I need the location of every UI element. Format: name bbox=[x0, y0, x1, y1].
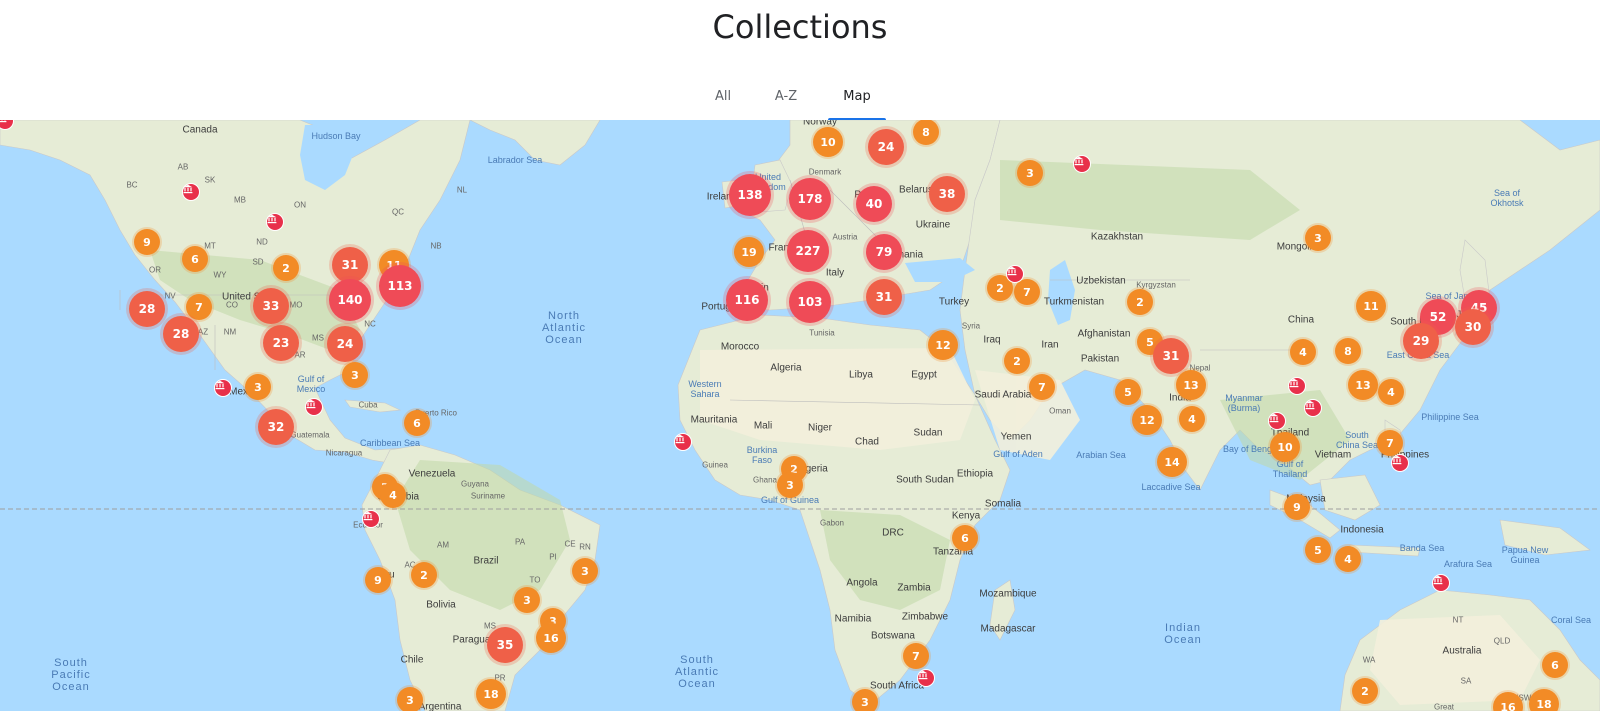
collection-cluster-marker[interactable]: 11 bbox=[1356, 291, 1386, 321]
collection-cluster-marker[interactable]: 3 bbox=[777, 472, 803, 498]
collection-cluster-marker[interactable]: 12 bbox=[928, 330, 958, 360]
collection-cluster-marker[interactable]: 31 bbox=[332, 247, 368, 283]
page-title: Collections bbox=[712, 8, 888, 46]
collection-cluster-marker[interactable]: 103 bbox=[789, 281, 831, 323]
collection-cluster-marker[interactable]: 19 bbox=[734, 237, 764, 267]
land-greenland bbox=[469, 120, 601, 166]
collection-cluster-marker[interactable]: 4 bbox=[1290, 339, 1316, 365]
collection-cluster-marker[interactable]: 23 bbox=[263, 325, 299, 361]
tab-all[interactable]: All bbox=[700, 88, 746, 120]
collection-cluster-marker[interactable]: 4 bbox=[1179, 406, 1205, 432]
collection-cluster-marker[interactable]: 38 bbox=[929, 176, 965, 212]
collection-cluster-marker[interactable]: 2 bbox=[1004, 348, 1030, 374]
collection-cluster-marker[interactable]: 32 bbox=[258, 409, 294, 445]
collection-cluster-marker[interactable]: 33 bbox=[253, 288, 289, 324]
collection-cluster-marker[interactable]: 9 bbox=[134, 229, 160, 255]
collection-cluster-marker[interactable]: 18 bbox=[476, 679, 506, 709]
collection-cluster-marker[interactable]: 28 bbox=[163, 316, 199, 352]
collection-cluster-marker[interactable]: 3 bbox=[572, 558, 598, 584]
museum-icon[interactable] bbox=[214, 379, 232, 397]
tab-map[interactable]: Map bbox=[828, 88, 886, 120]
collection-cluster-marker[interactable]: 79 bbox=[866, 234, 902, 270]
collection-cluster-marker[interactable]: 6 bbox=[1542, 652, 1568, 678]
museum-icon[interactable] bbox=[1288, 377, 1306, 395]
museum-icon[interactable] bbox=[674, 433, 692, 451]
collection-cluster-marker[interactable]: 24 bbox=[327, 326, 363, 362]
museum-icon[interactable] bbox=[1073, 155, 1091, 173]
collection-cluster-marker[interactable]: 8 bbox=[1335, 338, 1361, 364]
museum-icon[interactable] bbox=[266, 213, 284, 231]
museum-icon[interactable] bbox=[1268, 412, 1286, 430]
collection-cluster-marker[interactable]: 113 bbox=[379, 265, 421, 307]
page-header: Collections All A-Z Map bbox=[0, 0, 1600, 120]
collection-cluster-marker[interactable]: 4 bbox=[380, 482, 406, 508]
museum-icon[interactable] bbox=[917, 669, 935, 687]
collection-cluster-marker[interactable]: 3 bbox=[342, 362, 368, 388]
collection-cluster-marker[interactable]: 2 bbox=[273, 255, 299, 281]
collection-cluster-marker[interactable]: 138 bbox=[729, 174, 771, 216]
museum-icon[interactable] bbox=[362, 510, 380, 528]
collection-cluster-marker[interactable]: 30 bbox=[1455, 309, 1491, 345]
collection-cluster-marker[interactable]: 7 bbox=[186, 294, 212, 320]
collection-cluster-marker[interactable]: 4 bbox=[1378, 379, 1404, 405]
collection-cluster-marker[interactable]: 7 bbox=[1029, 374, 1055, 400]
collection-cluster-marker[interactable]: 8 bbox=[913, 120, 939, 145]
museum-icon[interactable] bbox=[1391, 454, 1409, 472]
collection-cluster-marker[interactable]: 2 bbox=[411, 562, 437, 588]
collection-cluster-marker[interactable]: 6 bbox=[404, 410, 430, 436]
collection-cluster-marker[interactable]: 31 bbox=[1153, 338, 1189, 374]
collection-cluster-marker[interactable]: 4 bbox=[1335, 546, 1361, 572]
collection-cluster-marker[interactable]: 2 bbox=[1127, 289, 1153, 315]
collection-cluster-marker[interactable]: 3 bbox=[245, 374, 271, 400]
collection-cluster-marker[interactable]: 3 bbox=[1017, 160, 1043, 186]
collection-cluster-marker[interactable]: 116 bbox=[726, 279, 768, 321]
collection-cluster-marker[interactable]: 2 bbox=[1352, 678, 1378, 704]
collection-cluster-marker[interactable]: 24 bbox=[868, 129, 904, 165]
museum-icon[interactable] bbox=[182, 183, 200, 201]
collection-cluster-marker[interactable]: 29 bbox=[1403, 323, 1439, 359]
collection-cluster-marker[interactable]: 40 bbox=[856, 186, 892, 222]
collection-cluster-marker[interactable]: 178 bbox=[789, 178, 831, 220]
world-map[interactable]: Canada Hudson Bay Labrador Sea AB SK MB ON QC NL… bbox=[0, 120, 1600, 711]
collection-cluster-marker[interactable]: 3 bbox=[397, 687, 423, 711]
museum-icon[interactable] bbox=[1432, 574, 1450, 592]
collection-tabs: All A-Z Map bbox=[0, 88, 1600, 120]
collection-cluster-marker[interactable]: 3 bbox=[1305, 225, 1331, 251]
collection-cluster-marker[interactable]: 140 bbox=[329, 279, 371, 321]
collection-cluster-marker[interactable]: 9 bbox=[1284, 494, 1310, 520]
tab-a-z[interactable]: A-Z bbox=[763, 88, 809, 120]
collection-cluster-marker[interactable]: 6 bbox=[182, 246, 208, 272]
museum-icon[interactable] bbox=[305, 398, 323, 416]
collection-cluster-marker[interactable]: 14 bbox=[1157, 447, 1187, 477]
collection-cluster-marker[interactable]: 5 bbox=[1305, 537, 1331, 563]
collection-cluster-marker[interactable]: 28 bbox=[129, 291, 165, 327]
collection-cluster-marker[interactable]: 7 bbox=[1377, 430, 1403, 456]
collection-cluster-marker[interactable]: 3 bbox=[852, 689, 878, 711]
collection-cluster-marker[interactable]: 35 bbox=[487, 627, 523, 663]
collection-cluster-marker[interactable]: 16 bbox=[536, 623, 566, 653]
collection-cluster-marker[interactable]: 10 bbox=[1270, 432, 1300, 462]
collection-cluster-marker[interactable]: 18 bbox=[1529, 689, 1559, 711]
collection-cluster-marker[interactable]: 3 bbox=[514, 587, 540, 613]
collection-cluster-marker[interactable]: 9 bbox=[365, 567, 391, 593]
collection-cluster-marker[interactable]: 7 bbox=[1014, 279, 1040, 305]
collection-cluster-marker[interactable]: 227 bbox=[787, 230, 829, 272]
museum-icon[interactable] bbox=[1304, 399, 1322, 417]
collection-cluster-marker[interactable]: 13 bbox=[1176, 370, 1206, 400]
collection-cluster-marker[interactable]: 12 bbox=[1132, 405, 1162, 435]
collection-cluster-marker[interactable]: 10 bbox=[813, 127, 843, 157]
collection-cluster-marker[interactable]: 7 bbox=[903, 643, 929, 669]
collection-cluster-marker[interactable]: 6 bbox=[952, 525, 978, 551]
collection-cluster-marker[interactable]: 31 bbox=[866, 279, 902, 315]
collection-cluster-marker[interactable]: 5 bbox=[1115, 379, 1141, 405]
museum-icon[interactable] bbox=[1006, 265, 1024, 283]
collection-cluster-marker[interactable]: 13 bbox=[1348, 370, 1378, 400]
